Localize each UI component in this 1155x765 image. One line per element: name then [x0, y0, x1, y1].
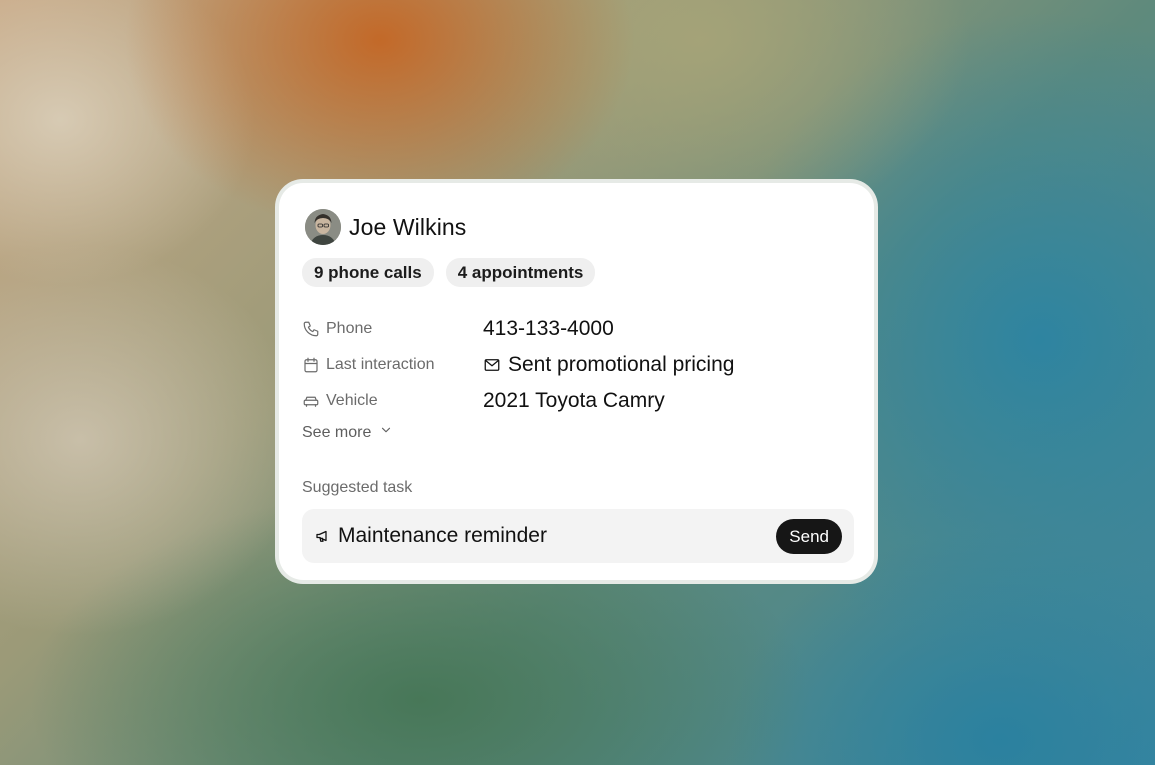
send-button[interactable]: Send	[776, 519, 842, 554]
stats-chips: 9 phone calls 4 appointments	[302, 258, 596, 287]
detail-label-last-interaction: Last interaction	[302, 356, 483, 374]
detail-label-text: Vehicle	[326, 392, 378, 409]
contact-card: Joe Wilkins 9 phone calls 4 appointments…	[275, 179, 878, 584]
detail-value-phone[interactable]: 413-133-4000	[483, 317, 614, 341]
phone-icon	[302, 320, 320, 338]
suggested-task-content: Maintenance reminder	[314, 509, 547, 563]
calendar-icon	[302, 356, 320, 374]
car-icon	[302, 392, 320, 410]
avatar[interactable]	[305, 209, 341, 245]
appointments-chip[interactable]: 4 appointments	[445, 258, 596, 287]
suggested-task-card[interactable]: Maintenance reminder Send	[302, 509, 854, 563]
phone-number: 413-133-4000	[483, 317, 614, 340]
last-interaction-text: Sent promotional pricing	[508, 353, 735, 376]
detail-row-vehicle: Vehicle 2021 Toyota Camry	[302, 383, 862, 419]
detail-value-vehicle[interactable]: 2021 Toyota Camry	[483, 389, 665, 413]
contact-name: Joe Wilkins	[349, 213, 467, 240]
detail-row-last-interaction: Last interaction Sent promotional pricin…	[302, 347, 862, 383]
contact-details: Phone 413-133-4000 Last interaction Sent…	[302, 311, 862, 419]
phone-calls-chip[interactable]: 9 phone calls	[302, 258, 434, 287]
detail-value-last-interaction[interactable]: Sent promotional pricing	[483, 353, 734, 377]
detail-label-phone: Phone	[302, 320, 483, 338]
detail-label-vehicle: Vehicle	[302, 392, 483, 410]
see-more-toggle[interactable]: See more	[302, 423, 393, 442]
vehicle-text: 2021 Toyota Camry	[483, 389, 665, 412]
suggested-task-label: Suggested task	[302, 479, 413, 496]
see-more-label: See more	[302, 423, 372, 441]
detail-row-phone: Phone 413-133-4000	[302, 311, 862, 347]
suggested-task-title: Maintenance reminder	[338, 524, 547, 547]
contact-header: Joe Wilkins	[305, 209, 466, 245]
detail-label-text: Phone	[326, 320, 373, 337]
chevron-down-icon	[379, 423, 393, 442]
mail-icon	[483, 356, 501, 374]
detail-label-text: Last interaction	[326, 356, 435, 373]
megaphone-icon	[314, 527, 332, 545]
